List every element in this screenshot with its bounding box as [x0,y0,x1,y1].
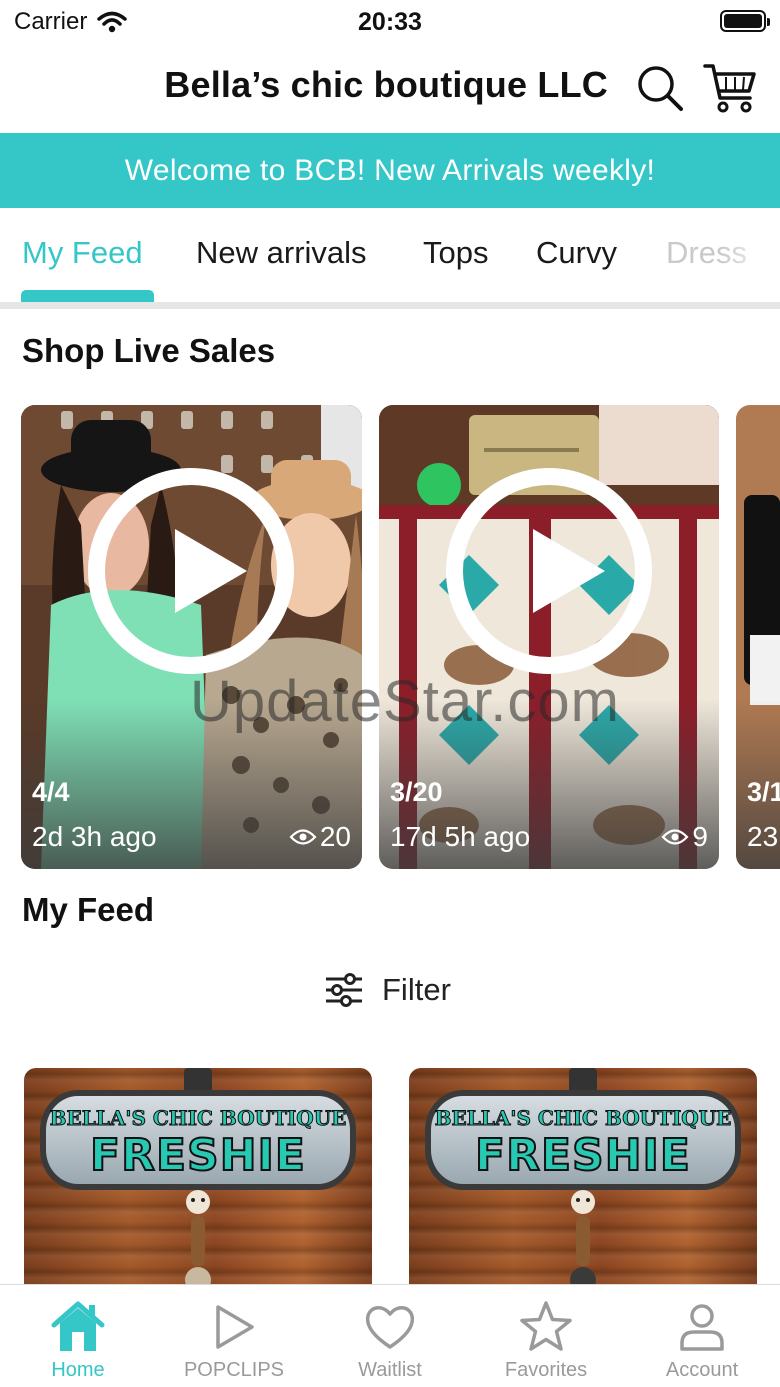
feed-product-card[interactable]: BELLA'S CHIC BOUTIQUE FRESHIE [24,1068,372,1298]
nav-favorites[interactable]: Favorites [468,1285,624,1387]
logo-top-text: BELLA'S CHIC BOUTIQUE [434,1106,732,1131]
star-icon [520,1301,572,1351]
view-count: 20 [289,821,351,853]
filter-label: Filter [382,972,451,1007]
tab-new-arrivals[interactable]: New arrivals [196,235,367,271]
nav-label-favorites: Favorites [504,1359,588,1381]
tab-tops[interactable]: Tops [423,235,488,271]
live-sale-time-ago: 23 [747,821,779,852]
watermark: UpdateStar.com [190,669,620,734]
feed-title: My Feed [22,891,155,928]
battery-icon [720,10,770,32]
nav-popclips[interactable]: POPCLIPS [156,1285,312,1387]
logo-top-text: BELLA'S CHIC BOUTIQUE [49,1106,347,1131]
tab-curvy[interactable]: Curvy [536,235,617,271]
nav-label-popclips: POPCLIPS [183,1359,285,1381]
live-sale-card[interactable]: 3/1 23 [736,405,780,869]
filter-button[interactable]: Filter [324,968,451,1012]
tabs-fade [720,208,780,298]
logo-main-text: FRESHIE [474,1129,691,1182]
charm-image [570,1190,596,1293]
view-count-value: 9 [692,821,708,852]
eye-icon [289,829,317,845]
play-icon[interactable] [88,468,294,674]
heart-icon [365,1306,415,1349]
play-icon [216,1305,254,1349]
logo-main-text: FRESHIE [89,1129,306,1182]
nav-label-account: Account [665,1359,739,1381]
home-icon [51,1301,105,1351]
live-sale-card[interactable]: 3/20 17d 5h ago 9 [379,405,719,869]
announcement-banner[interactable]: Welcome to BCB! New Arrivals weekly! [0,133,780,208]
account-icon [680,1304,724,1351]
search-icon[interactable] [634,62,686,114]
nav-label-waitlist: Waitlist [358,1359,422,1381]
live-sale-time-ago: 17d 5h ago [390,821,531,852]
active-tab-indicator [21,290,154,302]
live-sales-title: Shop Live Sales [22,332,276,369]
clock: 20:33 [358,8,422,36]
nav-account[interactable]: Account [624,1285,780,1387]
product-logo: BELLA'S CHIC BOUTIQUE FRESHIE [40,1090,356,1190]
nav-home[interactable]: Home [0,1285,156,1387]
eye-icon [661,829,689,845]
product-logo: BELLA'S CHIC BOUTIQUE FRESHIE [425,1090,741,1190]
filter-icon [326,973,362,1007]
bottom-navigation: Home POPCLIPS Waitlist Favorites Account [0,1284,780,1387]
view-count-value: 20 [319,821,351,852]
banner-text: Welcome to BCB! New Arrivals weekly! [124,153,656,187]
store-title: Bella’s chic boutique LLC [164,64,608,105]
tabs-divider [0,302,780,309]
live-sale-date: 3/1 [747,777,780,807]
category-tabs: My Feed New arrivals Tops Curvy Dress [0,208,780,304]
play-icon[interactable] [446,468,652,674]
battery-fill [724,14,762,28]
live-sale-time-ago: 2d 3h ago [32,821,157,852]
view-count: 9 [661,821,708,853]
nav-label-home: Home [51,1359,105,1381]
tab-my-feed[interactable]: My Feed [22,235,143,271]
status-bar: Carrier 20:33 [0,0,780,44]
live-sale-date: 4/4 [32,777,70,807]
live-sale-date: 3/20 [390,777,443,807]
live-sale-card[interactable]: 4/4 2d 3h ago 20 [21,405,362,869]
feed-product-card[interactable]: BELLA'S CHIC BOUTIQUE FRESHIE [409,1068,757,1298]
app-header: Bella’s chic boutique LLC [0,50,780,132]
cart-icon[interactable] [702,60,758,116]
charm-image [185,1190,211,1293]
nav-waitlist[interactable]: Waitlist [312,1285,468,1387]
